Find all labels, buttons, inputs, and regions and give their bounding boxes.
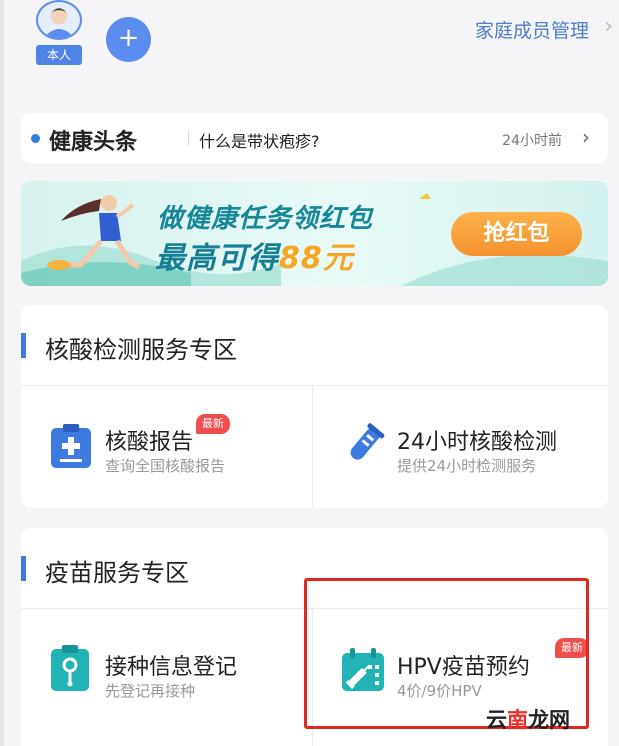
headline-title: 健康头条	[49, 130, 138, 155]
site-watermark: 云南龙网	[486, 704, 570, 734]
new-badge: 最新	[196, 414, 230, 434]
nucleic-acid-section: 核酸检测服务专区 核酸报告 查询全国核酸报告 最新 24小时核酸检测 提供24小…	[21, 305, 608, 508]
24h-test-item[interactable]: 24小时核酸检测 提供24小时检测服务	[313, 386, 608, 508]
promo-banner[interactable]: 做健康任务领红包 最高可得88元 抢红包	[21, 181, 608, 286]
watermark-text: 云	[486, 708, 507, 732]
divider	[188, 130, 189, 146]
watermark-text: 龙网	[528, 708, 570, 732]
section-title: 疫苗服务专区	[45, 559, 189, 587]
family-management-link[interactable]: 家庭成员管理	[475, 16, 589, 43]
person-icon	[43, 8, 75, 38]
headline-article-link[interactable]: 什么是带状疱疹?	[199, 128, 320, 152]
section-title: 核酸检测服务专区	[45, 336, 237, 364]
user-avatar[interactable]	[36, 0, 82, 40]
register-clipboard-icon	[51, 645, 89, 691]
watermark-accent: 南	[507, 708, 528, 732]
banner-prefix: 最高可得	[155, 241, 279, 276]
bullet-dot-icon	[31, 134, 40, 143]
add-member-button[interactable]: +	[106, 17, 151, 62]
item-subtitle: 提供24小时检测服务	[397, 457, 537, 475]
item-title: 24小时核酸检测	[397, 430, 557, 455]
vaccination-registration-item[interactable]: 接种信息登记 先登记再接种	[21, 609, 311, 746]
nucleic-acid-report-item[interactable]: 核酸报告 查询全国核酸报告 最新	[21, 386, 311, 508]
item-subtitle: 查询全国核酸报告	[105, 457, 226, 475]
clipboard-plus-icon	[51, 424, 91, 468]
banner-headline: 做健康任务领红包	[157, 204, 374, 234]
chevron-right-icon[interactable]: ›	[582, 125, 590, 149]
grab-red-packet-button[interactable]: 抢红包	[451, 212, 582, 256]
item-title: 接种信息登记	[105, 655, 238, 680]
health-headline-card[interactable]: 健康头条 什么是带状疱疹? 24小时前 ›	[21, 113, 608, 163]
section-accent-bar	[21, 556, 26, 581]
window-edge	[0, 0, 4, 746]
chevron-right-icon[interactable]: ›	[604, 14, 613, 39]
test-tube-icon	[350, 423, 385, 460]
self-label: 本人	[36, 45, 82, 65]
section-accent-bar	[21, 333, 26, 358]
item-title: 核酸报告	[105, 430, 194, 455]
headline-timestamp: 24小时前	[502, 133, 562, 149]
item-subtitle: 先登记再接种	[105, 682, 196, 700]
banner-subheadline: 最高可得88元	[155, 233, 354, 277]
banner-amount: 88元	[279, 241, 354, 276]
